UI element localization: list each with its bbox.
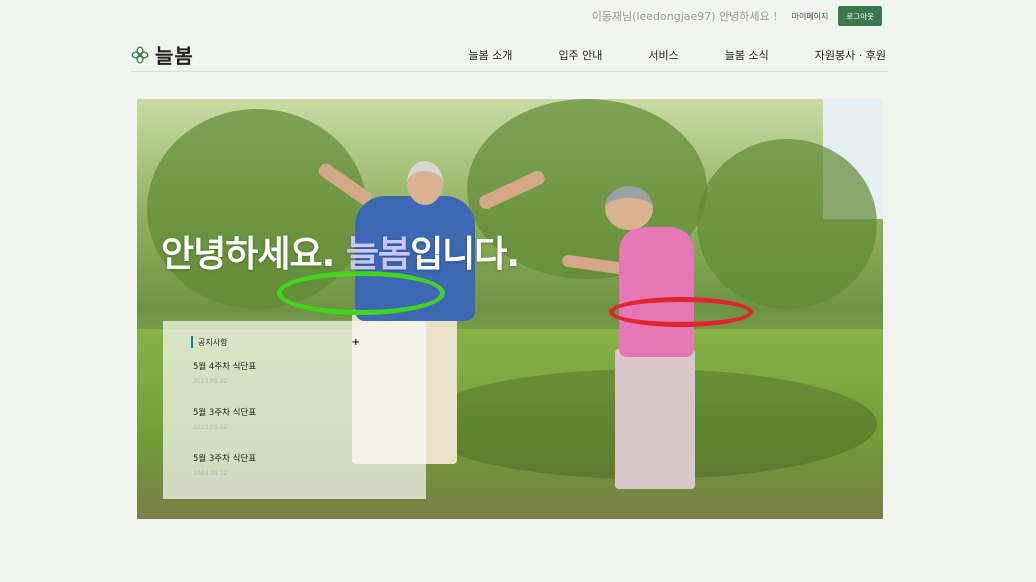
nav-item-about[interactable]: 늘봄 소개 xyxy=(468,47,512,63)
user-greeting: 이동재님(leedongjae97) 안녕하세요 ! xyxy=(591,10,778,23)
logout-button[interactable]: 로그아웃 xyxy=(838,6,882,26)
notice-more-button[interactable]: + xyxy=(352,337,360,348)
hero-title-brand: 늘봄 xyxy=(345,234,411,275)
nav-item-admission[interactable]: 입주 안내 xyxy=(558,47,602,63)
notice-item-date: 2023.05.12 xyxy=(193,470,228,477)
notice-item-title: 5월 3주차 식단표 xyxy=(193,408,257,418)
site-header: 늘봄 늘봄 소개 입주 안내 서비스 늘봄 소식 자원봉사 · 후원 xyxy=(131,38,888,72)
logo-text: 늘봄 xyxy=(155,44,194,68)
notice-item-date: 2023.05.12 xyxy=(193,424,228,431)
notice-item-title: 5월 4주차 식단표 xyxy=(193,362,257,372)
main-nav: 늘봄 소개 입주 안내 서비스 늘봄 소식 자원봉사 · 후원 xyxy=(468,47,886,63)
hero-banner: 안녕하세요. 늘봄입니다. 공지사항 + 5월 4주차 식단표 2023.05.… xyxy=(137,99,883,519)
red-hula-hoop xyxy=(609,297,753,327)
hero-title-suffix: 입니다. xyxy=(410,234,520,275)
hero-title: 안녕하세요. 늘봄입니다. xyxy=(161,225,520,277)
green-hula-hoop xyxy=(277,271,445,315)
list-item[interactable]: 5월 3주차 식단표 2023.05.12 xyxy=(193,406,408,452)
list-item[interactable]: 5월 4주차 식단표 2023.05.22 xyxy=(193,360,408,406)
hero-title-prefix: 안녕하세요. xyxy=(161,234,346,275)
mypage-link[interactable]: 마이페이지 xyxy=(790,11,831,22)
notice-panel: 공지사항 + 5월 4주차 식단표 2023.05.22 5월 3주차 식단표 … xyxy=(163,321,426,499)
notice-item-title: 5월 3주차 식단표 xyxy=(193,454,257,464)
nav-item-news[interactable]: 늘봄 소식 xyxy=(725,47,769,63)
nav-item-volunteer[interactable]: 자원봉사 · 후원 xyxy=(815,47,886,63)
notice-item-date: 2023.05.22 xyxy=(193,378,228,385)
notice-header: 공지사항 + xyxy=(191,336,408,348)
top-utility-bar: 이동재님(leedongjae97) 안녕하세요 ! 마이페이지 로그아웃 xyxy=(0,5,882,27)
clover-icon xyxy=(131,46,149,63)
notice-list: 5월 4주차 식단표 2023.05.22 5월 3주차 식단표 2023.05… xyxy=(193,360,408,498)
list-item[interactable]: 5월 3주차 식단표 2023.05.12 xyxy=(193,452,408,498)
notice-title: 공지사항 xyxy=(198,337,228,347)
hero-tree xyxy=(697,139,877,309)
nav-item-services[interactable]: 서비스 xyxy=(648,47,678,63)
site-logo[interactable]: 늘봄 xyxy=(131,40,194,69)
